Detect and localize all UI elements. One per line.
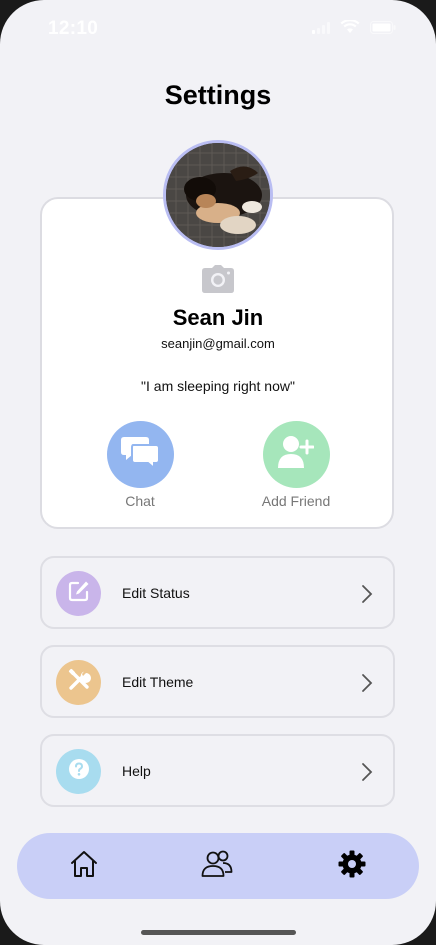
menu-item-edit-status[interactable]: Edit Status <box>40 556 395 629</box>
user-status-message: "I am sleeping right now" <box>141 378 295 394</box>
chevron-right-icon <box>361 584 373 604</box>
add-friend-label: Add Friend <box>261 493 331 509</box>
chevron-right-icon <box>361 762 373 782</box>
phone-screen: 12:10 Settings Sean Jin seanjin@gmail.co… <box>0 0 436 945</box>
tab-home[interactable] <box>67 849 101 883</box>
wifi-icon <box>340 19 360 39</box>
tools-icon <box>67 668 91 697</box>
status-bar: 12:10 <box>0 0 436 58</box>
signal-icon <box>312 21 330 39</box>
menu-icon-circle <box>56 660 101 705</box>
menu-label-help: Help <box>122 763 151 779</box>
avatar[interactable] <box>163 140 273 250</box>
home-indicator <box>141 930 296 935</box>
add-friend-button-circle[interactable] <box>262 421 330 488</box>
tab-settings[interactable] <box>335 849 369 883</box>
status-time: 12:10 <box>48 18 99 39</box>
chat-button[interactable]: Chat <box>90 421 190 521</box>
chat-button-circle[interactable] <box>106 421 174 488</box>
menu-item-help[interactable]: Help <box>40 734 395 807</box>
home-icon <box>69 849 99 884</box>
menu-item-edit-theme[interactable]: Edit Theme <box>40 645 395 718</box>
page-title: Settings <box>164 80 272 110</box>
question-icon <box>68 758 90 785</box>
menu-label-edit-status: Edit Status <box>122 585 190 601</box>
people-icon <box>201 849 233 884</box>
chat-label: Chat <box>125 493 155 509</box>
status-icons <box>312 19 396 39</box>
menu-icon-circle <box>56 571 101 616</box>
add-friend-button[interactable]: Add Friend <box>246 421 346 521</box>
menu-icon-circle <box>56 749 101 794</box>
gear-icon <box>338 850 366 883</box>
camera-icon[interactable] <box>202 265 234 293</box>
pencil-icon <box>68 580 90 607</box>
battery-icon <box>370 20 396 39</box>
user-email: seanjin@gmail.com <box>161 336 275 351</box>
chat-bubbles-icon <box>121 435 160 474</box>
tab-bar <box>17 833 419 899</box>
add-person-icon <box>278 435 315 474</box>
chevron-right-icon <box>361 673 373 693</box>
user-name: Sean Jin <box>172 305 264 330</box>
tab-friends[interactable] <box>200 849 234 883</box>
menu-label-edit-theme: Edit Theme <box>122 674 194 690</box>
